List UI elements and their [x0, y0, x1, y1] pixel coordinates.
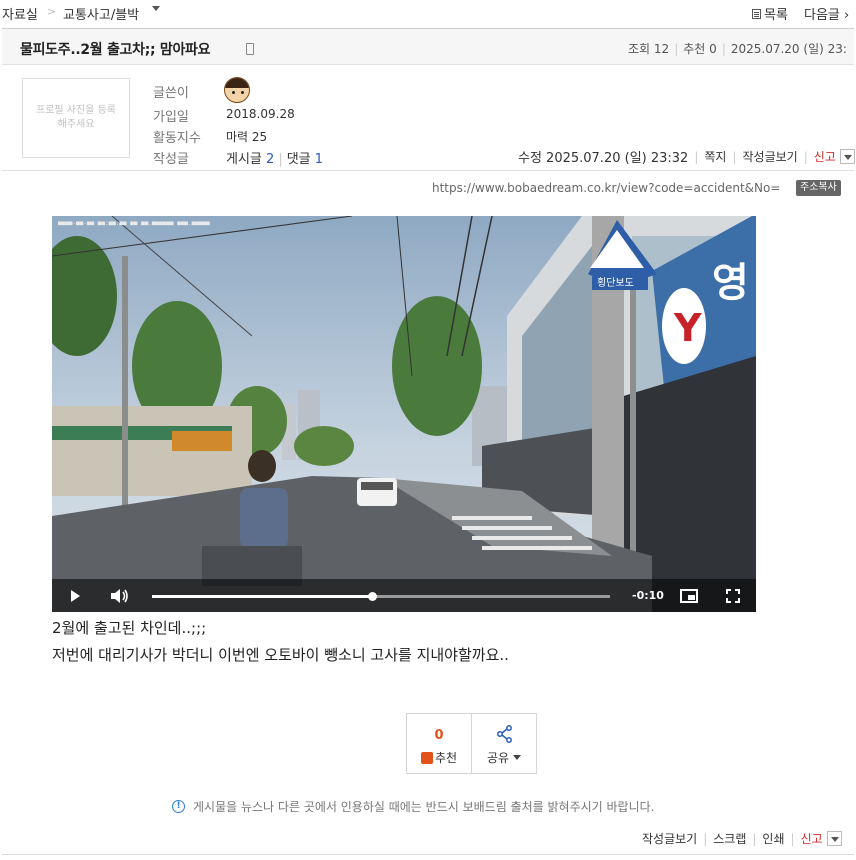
banner-text: 영 [712, 260, 749, 306]
video-progress-bar[interactable] [152, 592, 610, 601]
copyright-notice: ! 게시물을 뉴스나 다른 곳에서 인용하실 때에는 반드시 보배드림 출처를 … [172, 798, 654, 815]
chevron-down-icon [513, 755, 522, 760]
avatar[interactable] [224, 77, 250, 103]
posts-label: 작성글 [153, 152, 189, 167]
post-count[interactable]: 2 [266, 152, 274, 167]
info-icon: ! [172, 800, 185, 813]
fullscreen-icon[interactable] [726, 589, 740, 603]
breadcrumb-board[interactable]: 교통사고/블박 [63, 4, 139, 23]
author-actions: 수정 2025.07.20 (일) 23:32 | 쪽지 | 작성글보기 | 신고 [518, 147, 855, 166]
top-navigation: 자료실 > 교통사고/블박 목록 다음글 › [0, 0, 856, 26]
picture-in-picture-icon[interactable] [680, 589, 698, 603]
recommend-button-label: 추천 [435, 751, 458, 765]
views-count: 12 [653, 42, 670, 56]
post-body-line-2: 저번에 대리기사가 박더니 이번엔 오토바이 뺑소니 고사를 지내야할까요.. [52, 646, 509, 664]
next-post-label: 다음글 [804, 8, 840, 23]
report-button[interactable]: 신고 [814, 148, 836, 165]
post-title-bar: 물피도주..2월 출고차;; 맘아파요 조회 12 | 추천 0 | 2025.07.2… [2, 28, 854, 65]
post-body-line-1: 2월에 출고된 차인데..;;; [52, 619, 207, 637]
chevron-down-icon[interactable] [152, 6, 160, 11]
comment-count-label[interactable]: 댓글 [287, 152, 311, 167]
post-counts: 게시글 2 | 댓글 1 [226, 152, 324, 167]
thumbs-up-icon [421, 751, 433, 764]
scrap-button[interactable]: 스크랩 [713, 830, 746, 847]
view-posts-button[interactable]: 작성글보기 [743, 148, 798, 165]
video-time: -0:10 [632, 589, 664, 602]
recommend-total: 0 [434, 728, 444, 743]
writer-label: 글쓴이 [153, 86, 189, 101]
post-stats: 조회 12 | 추천 0 | 2025.07.20 (일) 23: [628, 42, 847, 56]
share-button[interactable]: 공유 [472, 714, 536, 773]
video-progress-handle[interactable] [367, 592, 377, 601]
recommend-count: 0 [709, 42, 717, 56]
print-button[interactable]: 인쇄 [762, 830, 784, 847]
video-controls: -0:10 [52, 579, 756, 612]
video-player[interactable]: Y 영 횡단보도 ■■■■-■■-■■ ■■:■■:■■ ■■ ■■.■■■■■… [52, 216, 756, 612]
list-button-label: 목록 [764, 8, 788, 23]
footer-more-dropdown-button[interactable] [826, 831, 842, 846]
play-icon[interactable] [71, 590, 80, 602]
recommend-label: 추천 [683, 42, 706, 56]
post-title: 물피도주..2월 출고차;; 맘아파요 [20, 42, 211, 58]
notice-text: 게시물을 뉴스나 다른 곳에서 인용하실 때에는 반드시 보배드림 출처를 밝혀… [193, 800, 655, 814]
volume-icon[interactable] [110, 588, 130, 604]
mobile-icon [246, 43, 254, 55]
activity-value: 마력 25 [226, 130, 268, 144]
footer-view-posts-button[interactable]: 작성글보기 [642, 830, 697, 847]
video-progress-fill [152, 595, 372, 598]
post-url: https://www.bobaedream.co.kr/view?code=a… [432, 181, 781, 195]
joined-date: 2018.09.28 [226, 107, 295, 121]
list-icon [752, 8, 761, 19]
breadcrumb-home[interactable]: 자료실 [2, 4, 38, 23]
copy-url-button[interactable]: 주소복사 [796, 180, 841, 196]
recommend-button[interactable]: 0 추천 [407, 714, 471, 773]
svg-text:■■■■-■■-■■ ■■:■■:■■ ■■ ■■.■■■■: ■■■■-■■-■■ ■■:■■:■■ ■■ ■■.■■■■■■ ■■■.■■■… [58, 220, 210, 227]
footer-report-button[interactable]: 신고 [801, 830, 823, 847]
post-datetime: 2025.07.20 (일) 23: [730, 42, 847, 56]
footer-actions: 작성글보기 | 스크랩 | 인쇄 | 신고 [642, 830, 842, 847]
author-info: 프로필 사진을 등록해주세요 글쓴이 가입일 2018.09.28 활동지수 마… [2, 65, 855, 171]
svg-text:Y: Y [673, 306, 702, 350]
share-button-label: 공유 [487, 751, 510, 765]
more-dropdown-button[interactable] [839, 149, 855, 164]
list-button[interactable]: 목록 [752, 4, 788, 23]
post-count-label[interactable]: 게시글 [226, 152, 262, 167]
chevron-right-icon: › [844, 8, 850, 23]
edited-datetime: 수정 2025.07.20 (일) 23:32 [518, 151, 689, 166]
bottom-divider [2, 854, 854, 855]
profile-photo: 프로필 사진을 등록해주세요 [22, 78, 130, 158]
activity-label: 활동지수 [153, 131, 201, 146]
joined-label: 가입일 [153, 110, 189, 125]
breadcrumb-separator: > [47, 5, 57, 18]
sign-text: 횡단보도 [597, 277, 634, 289]
share-icon [497, 725, 512, 743]
comment-count[interactable]: 1 [315, 152, 323, 167]
profile-placeholder-text: 프로필 사진을 등록해주세요 [36, 105, 116, 130]
next-post-button[interactable]: 다음글 › [804, 4, 849, 23]
reaction-box: 0 추천 공유 [406, 713, 537, 774]
views-label: 조회 [628, 42, 651, 56]
message-button[interactable]: 쪽지 [704, 148, 726, 165]
video-frame: Y 영 횡단보도 ■■■■-■■-■■ ■■:■■:■■ ■■ ■■.■■■■■… [52, 216, 756, 612]
